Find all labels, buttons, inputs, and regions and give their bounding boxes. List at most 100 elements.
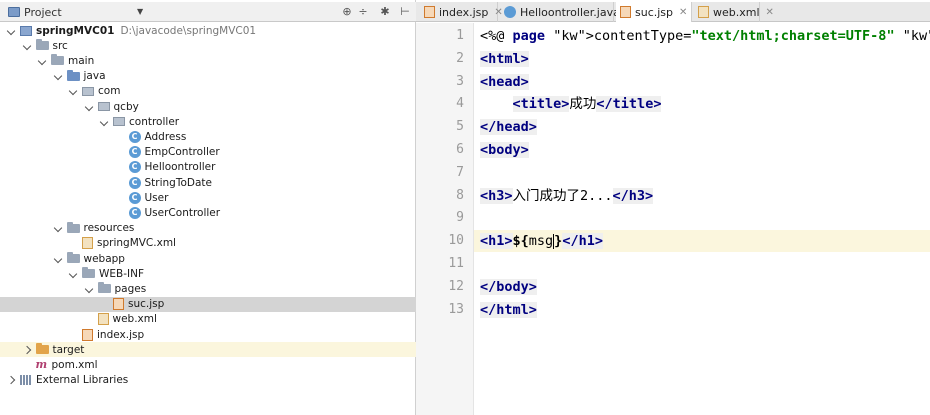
expanded-arrow-icon[interactable] (55, 72, 63, 80)
tree-item-label: java (83, 70, 106, 83)
line-number: 3 (456, 73, 464, 89)
code-line[interactable] (474, 207, 930, 229)
tree-item-label: pom.xml (51, 358, 98, 371)
code-line[interactable]: <h3>入门成功了2...</h3> (474, 185, 930, 207)
tree-item[interactable]: resources (0, 221, 416, 236)
collapsed-arrow-icon[interactable] (8, 376, 16, 384)
close-icon[interactable]: ✕ (679, 7, 687, 18)
tree-item[interactable]: main (0, 53, 416, 68)
line-number: 6 (456, 142, 464, 157)
tree-item-label: Helloontroller (144, 161, 216, 174)
jsp-file-icon (620, 6, 631, 18)
project-view-selector[interactable]: Project (8, 5, 62, 19)
line-number-gutter: 1 2 3 4 5 6 7 8 9 10 11 12 13 (416, 23, 474, 415)
tree-item[interactable]: web.xml (0, 312, 416, 327)
tree-item[interactable]: C Address (0, 129, 416, 144)
tree-item-label: springMVC01 (36, 24, 115, 37)
close-icon[interactable]: ✕ (766, 7, 774, 18)
code-line[interactable]: <head> (474, 71, 930, 93)
editor-tab-label: suc.jsp (635, 5, 674, 19)
collapsed-arrow-icon[interactable] (24, 346, 32, 354)
tree-item[interactable]: controller (0, 114, 416, 129)
expanded-arrow-icon[interactable] (24, 42, 32, 50)
tree-item[interactable]: C UserController (0, 205, 416, 220)
sync-icon[interactable]: ⊕ (340, 5, 354, 19)
tree-item-label: External Libraries (36, 374, 129, 387)
tree-item[interactable]: C StringToDate (0, 175, 416, 190)
tree-item[interactable]: java (0, 69, 416, 84)
editor-tab[interactable]: web.xml ✕ (694, 2, 774, 22)
tree-item[interactable]: C EmpController (0, 145, 416, 160)
tree-item[interactable]: qcby (0, 99, 416, 114)
expanded-arrow-icon[interactable] (86, 285, 94, 293)
collapse-all-icon[interactable]: ÷ (356, 5, 370, 19)
tree-item-label: StringToDate (144, 176, 213, 189)
expanded-arrow-icon[interactable] (39, 57, 47, 65)
target-folder-icon (35, 343, 49, 355)
tree-item-label: target (52, 343, 85, 356)
expanded-arrow-icon[interactable] (70, 87, 78, 95)
code-line[interactable] (474, 253, 930, 275)
expanded-arrow-icon[interactable] (86, 103, 94, 111)
code-line[interactable]: </body> (474, 276, 930, 298)
editor-tab-label: index.jsp (439, 5, 489, 19)
class-icon: C (128, 191, 141, 204)
tree-item-label: Address (144, 130, 187, 143)
gear-icon[interactable]: ✱ (378, 5, 392, 19)
tree-item-label: src (52, 39, 68, 52)
tree-item[interactable]: C User (0, 190, 416, 205)
expanded-arrow-icon[interactable] (8, 27, 16, 35)
class-icon: C (128, 176, 141, 189)
editor-tab[interactable]: index.jsp ✕ (420, 2, 503, 22)
tree-item[interactable]: springMVC.xml (0, 236, 416, 251)
tree-item[interactable]: WEB-INF (0, 266, 416, 281)
editor-tab-bar: index.jsp✕Helloontroller.java✕suc.jsp✕we… (416, 2, 930, 22)
tree-item[interactable]: pages (0, 281, 416, 296)
code-line[interactable]: <title>成功</title> (474, 93, 930, 115)
code-line[interactable]: <%@ page "kw">contentType="text/html;cha… (474, 25, 930, 47)
tree-item[interactable]: index.jsp (0, 327, 416, 342)
code-line[interactable] (474, 162, 930, 184)
code-area[interactable]: <%@ page "kw">contentType="text/html;cha… (474, 23, 930, 415)
tree-item-label: webapp (83, 252, 125, 265)
code-line[interactable]: <body> (474, 139, 930, 161)
tree-item[interactable]: External Libraries (0, 373, 416, 388)
tree-item[interactable]: C Helloontroller (0, 160, 416, 175)
tree-item[interactable]: webapp (0, 251, 416, 266)
tree-item-label: qcby (113, 100, 139, 113)
chevron-down-icon[interactable]: ▼ (137, 7, 143, 16)
tree-item-label: User (144, 191, 169, 204)
tree-item[interactable]: springMVC01 D:\javacode\springMVC01 (0, 23, 416, 38)
tree-item[interactable]: src (0, 38, 416, 53)
tree-item-label: EmpController (144, 146, 220, 159)
resources-folder-icon (66, 221, 80, 233)
project-title: Project (24, 5, 62, 19)
tree-item-label: pages (114, 282, 147, 295)
tree-item[interactable]: target (0, 342, 416, 358)
tree-item[interactable]: suc.jsp (0, 296, 416, 312)
editor-tab-label: web.xml (713, 5, 760, 19)
code-line[interactable]: <html> (474, 48, 930, 70)
folder-icon (51, 54, 64, 66)
module-path: D:\javacode\springMVC01 (120, 24, 257, 37)
hide-panel-icon[interactable]: ⊢ (398, 5, 412, 19)
folder-icon (82, 267, 95, 279)
jsp-file-icon (424, 6, 435, 18)
class-icon: C (128, 206, 141, 219)
editor-tab[interactable]: suc.jsp ✕ (616, 2, 692, 22)
expanded-arrow-icon[interactable] (55, 255, 63, 263)
expanded-arrow-icon[interactable] (70, 270, 78, 278)
code-line[interactable]: </html> (474, 299, 930, 321)
tree-item[interactable]: m pom.xml (0, 357, 416, 372)
class-icon: C (128, 161, 141, 174)
tree-item-label: index.jsp (97, 328, 145, 341)
folder-icon (66, 252, 80, 263)
package-icon (97, 102, 110, 111)
tree-item-label: controller (129, 115, 180, 128)
code-line[interactable]: <h1>${msg}</h1> (474, 230, 930, 253)
expanded-arrow-icon[interactable] (55, 224, 63, 232)
tree-item[interactable]: com (0, 84, 416, 99)
expanded-arrow-icon[interactable] (101, 118, 109, 126)
code-line[interactable]: </head> (474, 116, 930, 138)
editor-tab[interactable]: Helloontroller.java✕ (500, 2, 634, 22)
